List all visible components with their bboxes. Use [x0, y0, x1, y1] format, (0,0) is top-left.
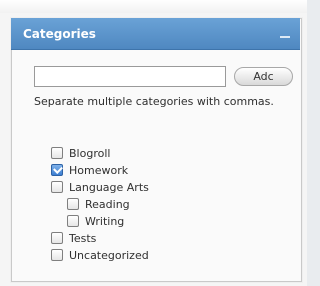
- category-label: Language Arts: [69, 180, 149, 194]
- checkbox-icon[interactable]: [67, 198, 79, 210]
- new-category-input[interactable]: [34, 66, 226, 87]
- category-label: Uncategorized: [69, 248, 149, 262]
- category-label: Homework: [69, 163, 129, 177]
- checked-checkbox-icon[interactable]: [51, 164, 63, 176]
- category-item-language-arts[interactable]: Language Arts: [51, 179, 149, 195]
- check-icon: [53, 164, 63, 174]
- category-item-homework[interactable]: Homework: [51, 162, 128, 178]
- category-item-reading[interactable]: Reading: [67, 196, 130, 212]
- helper-text: Separate multiple categories with commas…: [34, 95, 274, 108]
- category-item-blogroll[interactable]: Blogroll: [51, 145, 110, 161]
- add-category-button[interactable]: Adc: [234, 67, 293, 86]
- category-label: Writing: [85, 214, 125, 228]
- add-button-label: Adc: [253, 70, 274, 83]
- category-label: Tests: [69, 231, 97, 245]
- category-item-tests[interactable]: Tests: [51, 230, 96, 246]
- checkbox-icon[interactable]: [51, 147, 63, 159]
- checkbox-icon[interactable]: [67, 215, 79, 227]
- checkbox-icon[interactable]: [51, 249, 63, 261]
- category-label: Blogroll: [69, 146, 111, 160]
- category-item-writing[interactable]: Writing: [67, 213, 124, 229]
- checkbox-icon[interactable]: [51, 232, 63, 244]
- panel-title: Categories: [23, 27, 96, 41]
- category-item-uncategorized[interactable]: Uncategorized: [51, 247, 149, 263]
- checkbox-icon[interactable]: [51, 181, 63, 193]
- minimize-icon[interactable]: [280, 36, 290, 38]
- category-label: Reading: [85, 197, 130, 211]
- panel-header: Categories: [11, 18, 300, 50]
